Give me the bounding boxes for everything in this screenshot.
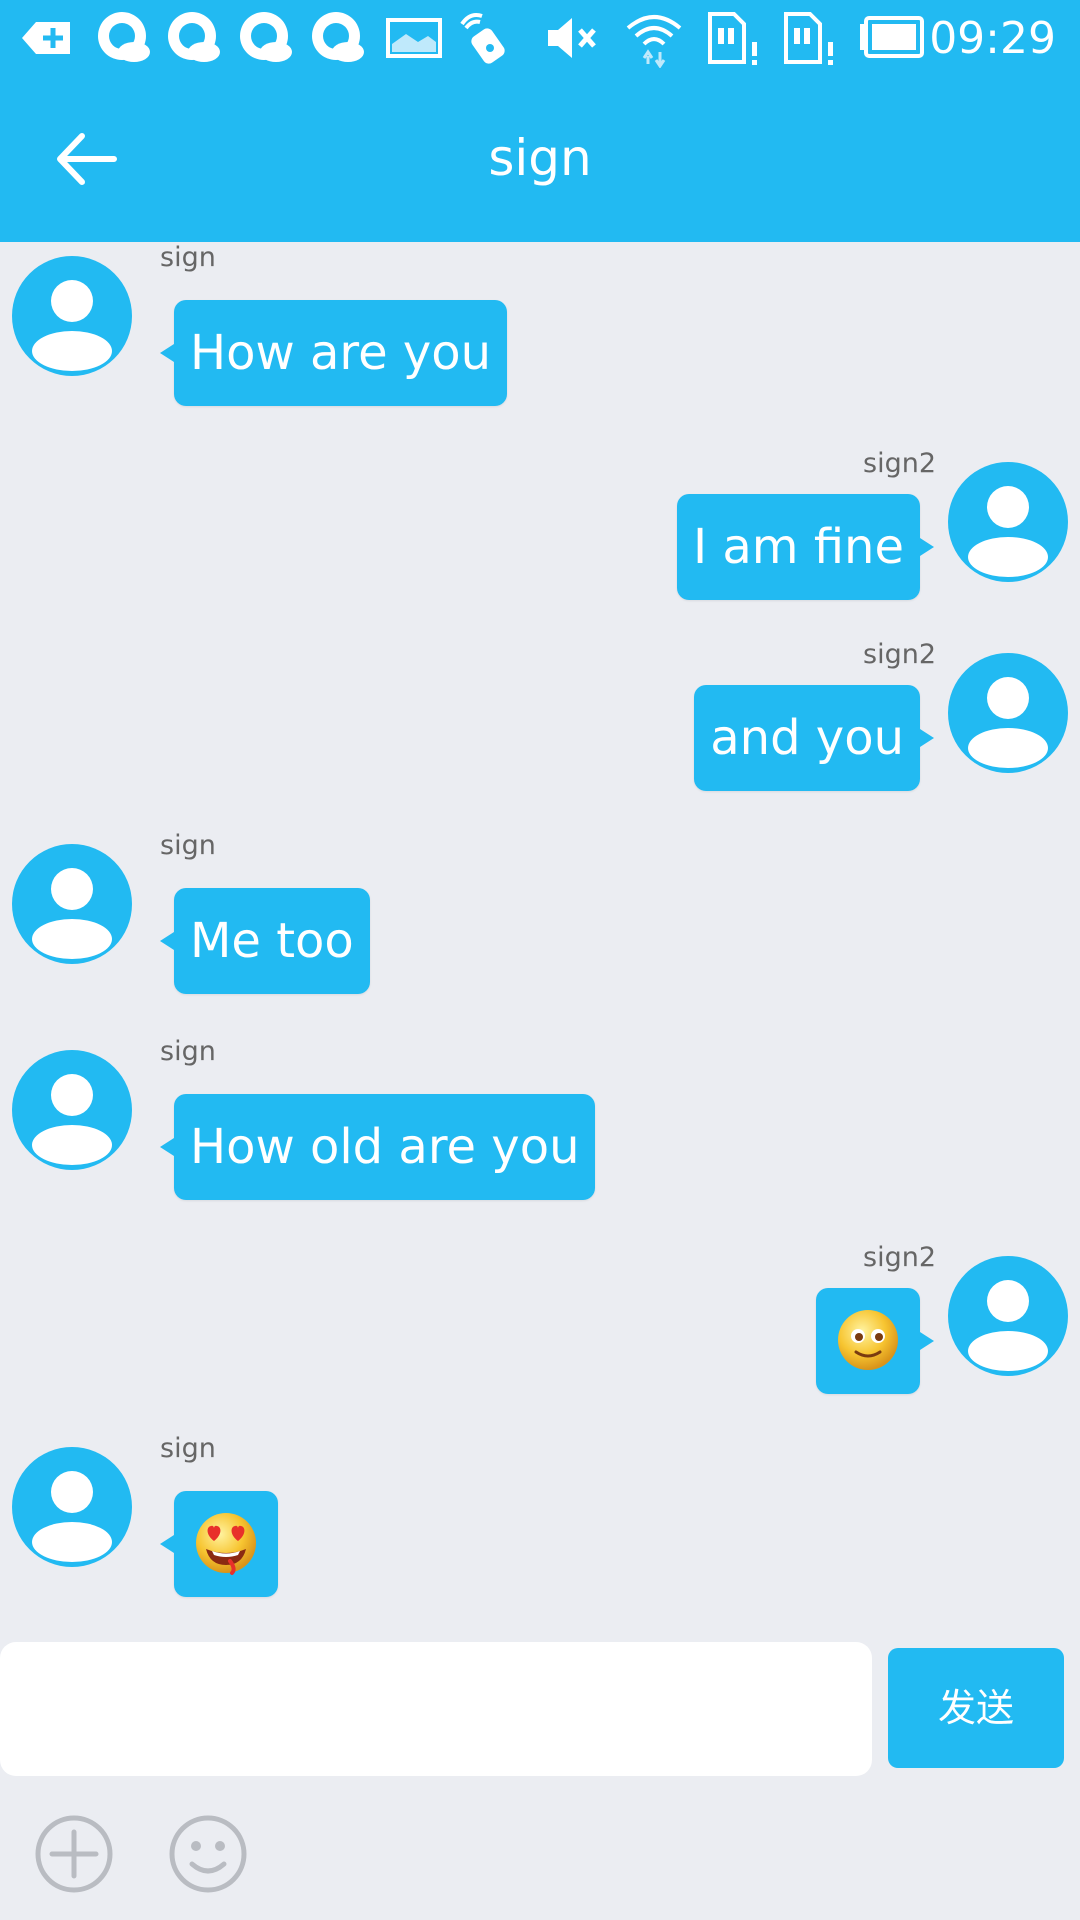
user-avatar-icon <box>32 868 112 959</box>
smiley-icon[interactable] <box>168 1814 248 1894</box>
avatar[interactable] <box>12 844 132 964</box>
chat-area[interactable]: sign How are you sign2 I am fine sign2 a… <box>0 242 1080 1632</box>
sim-alert-icon <box>780 8 840 68</box>
sender-name: sign <box>160 1433 216 1464</box>
user-avatar-icon <box>968 1280 1048 1371</box>
user-avatar-icon <box>32 280 112 371</box>
message-bubble[interactable] <box>816 1288 934 1394</box>
cloud-icon <box>308 8 368 68</box>
status-bar: 09:29 <box>0 0 1080 76</box>
avatar[interactable] <box>948 462 1068 582</box>
avatar[interactable] <box>948 1256 1068 1376</box>
app-bar: sign <box>0 76 1080 242</box>
message-input[interactable] <box>0 1642 872 1776</box>
mute-icon <box>544 8 604 68</box>
battery-icon <box>856 8 926 68</box>
cloud-icon <box>164 8 224 68</box>
page-title: sign <box>488 129 592 187</box>
nfc-icon <box>456 8 516 68</box>
cloud-icon <box>94 8 154 68</box>
message-bubble[interactable]: Me too <box>160 888 370 994</box>
image-icon <box>384 8 444 68</box>
sender-name: sign <box>160 242 216 273</box>
smiling-emoji-icon <box>838 1310 898 1370</box>
avatar[interactable] <box>12 1050 132 1170</box>
message-bubble[interactable]: How old are you <box>159 1094 596 1200</box>
bottom-toolbar <box>0 1808 1080 1920</box>
sender-name: sign2 <box>863 639 936 670</box>
sender-name: sign2 <box>863 448 936 479</box>
sim-alert-icon <box>704 8 764 68</box>
sender-name: sign <box>160 1036 216 1067</box>
composer-bar: 发送 <box>0 1640 1080 1780</box>
avatar[interactable] <box>12 1447 132 1567</box>
avatar[interactable] <box>948 653 1068 773</box>
heart-eyes-emoji-icon <box>196 1513 256 1575</box>
cloud-icon <box>236 8 296 68</box>
wifi-icon <box>624 8 684 68</box>
user-avatar-icon <box>32 1074 112 1165</box>
notification-plus-icon <box>18 8 78 68</box>
sender-name: sign2 <box>863 1242 936 1273</box>
message-bubble[interactable] <box>160 1491 278 1597</box>
sender-name: sign <box>160 830 216 861</box>
status-time: 09:29 <box>929 13 1056 64</box>
send-button[interactable]: 发送 <box>888 1648 1064 1768</box>
avatar[interactable] <box>12 256 132 376</box>
user-avatar-icon <box>32 1471 112 1562</box>
message-bubble[interactable]: How are you <box>159 300 508 406</box>
user-avatar-icon <box>968 486 1048 577</box>
add-circle-icon[interactable] <box>34 1814 114 1894</box>
user-avatar-icon <box>968 677 1048 768</box>
message-bubble[interactable]: I am fine <box>676 494 935 600</box>
message-bubble[interactable]: and you <box>694 685 934 791</box>
